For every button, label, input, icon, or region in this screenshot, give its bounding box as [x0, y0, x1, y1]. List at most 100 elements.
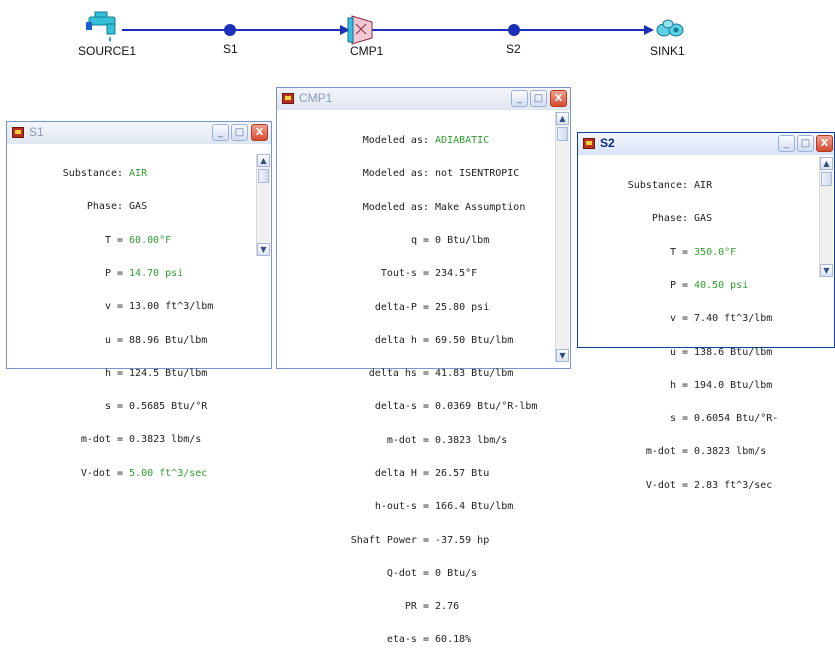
window-s2[interactable]: S2 _ □ X Substance: AIR Phase: GAS T = 3…: [577, 132, 835, 491]
property-label: P =: [104, 268, 123, 280]
property-label: u =: [669, 346, 688, 358]
property-value: 0.5685 Btu/°R: [129, 401, 208, 413]
property-label: v =: [669, 313, 688, 325]
property-value: 25.80 psi: [435, 301, 490, 313]
scroll-down-button[interactable]: ▼: [257, 243, 270, 256]
property-value: 194.0 Btu/lbm: [694, 379, 773, 391]
property-row: m-dot = 0.3823 lbm/s: [11, 434, 213, 445]
scroll-up-button[interactable]: ▲: [257, 154, 270, 167]
minimize-button[interactable]: _: [778, 135, 795, 152]
vertical-scrollbar[interactable]: ▲ ▼: [256, 154, 270, 256]
property-value: AIR: [129, 168, 148, 180]
faucet-icon[interactable]: [86, 11, 116, 42]
property-label: h-out-s =: [374, 501, 429, 513]
node-label-sink1: SINK1: [650, 44, 685, 58]
property-value: ADIABATIC: [435, 135, 490, 147]
property-row: v = 7.40 ft^3/lbm: [582, 313, 778, 324]
property-row: m-dot = 0.3823 lbm/s: [582, 446, 778, 457]
state-point-s1[interactable]: [224, 24, 236, 36]
property-row: V-dot = 5.00 ft^3/sec: [11, 468, 213, 479]
minimize-button[interactable]: _: [511, 90, 528, 107]
property-label: P =: [669, 280, 688, 292]
scroll-down-button[interactable]: ▼: [556, 349, 569, 362]
vertical-scrollbar[interactable]: ▲ ▼: [555, 112, 569, 362]
node-label-source1: SOURCE1: [78, 44, 137, 58]
property-label: V-dot =: [645, 479, 688, 491]
property-row: Modeled as: not ISENTROPIC: [281, 168, 537, 179]
property-label: Substance:: [627, 180, 688, 192]
maximize-button[interactable]: □: [797, 135, 814, 152]
property-label: T =: [669, 246, 688, 258]
property-value: 41.83 Btu/lbm: [435, 368, 514, 380]
property-label: q =: [410, 235, 429, 247]
property-row: Phase: GAS: [11, 201, 213, 212]
window-cmp1-titlebar[interactable]: CMP1 _ □ X: [277, 88, 570, 110]
close-button[interactable]: X: [550, 90, 567, 107]
close-button[interactable]: X: [251, 124, 268, 141]
property-label: h =: [669, 379, 688, 391]
property-value: AIR: [694, 180, 713, 192]
minimize-button[interactable]: _: [212, 124, 229, 141]
window-s2-title: S2: [600, 136, 615, 150]
property-value: 234.5°F: [435, 268, 478, 280]
property-label: m-dot =: [645, 446, 688, 458]
property-row: Phase: GAS: [582, 213, 778, 224]
property-row: Modeled as: ADIABATIC: [281, 135, 537, 146]
property-label: T =: [104, 234, 123, 246]
window-s1[interactable]: S1 _ □ X Substance: AIR Phase: GAS T = 6…: [6, 121, 272, 479]
scroll-up-button[interactable]: ▲: [820, 157, 833, 170]
property-row: Substance: AIR: [582, 180, 778, 191]
scroll-thumb[interactable]: [258, 169, 269, 183]
property-value: 138.6 Btu/lbm: [694, 346, 773, 358]
property-row: u = 88.96 Btu/lbm: [11, 335, 213, 346]
property-label: eta-s =: [386, 634, 429, 646]
property-row: delta-P = 25.80 psi: [281, 302, 537, 313]
scroll-thumb[interactable]: [821, 172, 832, 186]
property-value: not ISENTROPIC: [435, 168, 520, 180]
property-value: 350.0°F: [694, 246, 737, 258]
state-point-s2[interactable]: [508, 24, 520, 36]
property-value: GAS: [694, 213, 713, 225]
property-row: s = 0.6054 Btu/°R-: [582, 413, 778, 424]
property-label: u =: [104, 334, 123, 346]
maximize-button[interactable]: □: [231, 124, 248, 141]
scroll-thumb[interactable]: [557, 127, 568, 141]
close-button[interactable]: X: [816, 135, 833, 152]
property-value: -37.59 hp: [435, 534, 490, 546]
property-label: s =: [104, 401, 123, 413]
scroll-down-button[interactable]: ▼: [820, 264, 833, 277]
property-row: q = 0 Btu/lbm: [281, 235, 537, 246]
maximize-button[interactable]: □: [530, 90, 547, 107]
property-label: Modeled as:: [362, 168, 429, 180]
property-value: 0.6054 Btu/°R-: [694, 413, 779, 425]
window-cmp1[interactable]: CMP1 _ □ X Modeled as: ADIABATIC Modeled…: [276, 87, 571, 645]
property-row: Shaft Power = -37.59 hp: [281, 535, 537, 546]
compressor-icon[interactable]: [347, 15, 373, 45]
property-label: delta H =: [374, 468, 429, 479]
window-app-icon: [583, 138, 595, 149]
flow-diagram: [86, 11, 684, 45]
property-label: delta-s =: [374, 401, 429, 413]
property-label: Phase:: [86, 201, 123, 213]
property-value: 14.70 psi: [129, 268, 184, 280]
property-row: V-dot = 2.83 ft^3/sec: [582, 480, 778, 491]
property-label: m-dot =: [386, 434, 429, 446]
vertical-scrollbar[interactable]: ▲ ▼: [819, 157, 833, 277]
window-s2-titlebar[interactable]: S2 _ □ X: [578, 133, 834, 155]
property-value: 13.00 ft^3/lbm: [129, 301, 214, 313]
property-row: Modeled as: Make Assumption: [281, 202, 537, 213]
property-label: delta hs =: [368, 368, 429, 380]
property-row: PR = 2.76: [281, 601, 537, 612]
property-label: Q-dot =: [386, 567, 429, 579]
window-s1-titlebar[interactable]: S1 _ □ X: [7, 122, 271, 144]
property-value: Make Assumption: [435, 201, 526, 213]
property-label: s =: [669, 413, 688, 425]
property-value: 124.5 Btu/lbm: [129, 367, 208, 379]
property-row: delta hs = 41.83 Btu/lbm: [281, 368, 537, 379]
sink-coil-icon[interactable]: [656, 19, 684, 37]
property-label: m-dot =: [80, 434, 123, 446]
scroll-up-button[interactable]: ▲: [556, 112, 569, 125]
property-value: 2.83 ft^3/sec: [694, 479, 773, 491]
property-value: 26.57 Btu: [435, 468, 490, 479]
property-row: m-dot = 0.3823 lbm/s: [281, 435, 537, 446]
